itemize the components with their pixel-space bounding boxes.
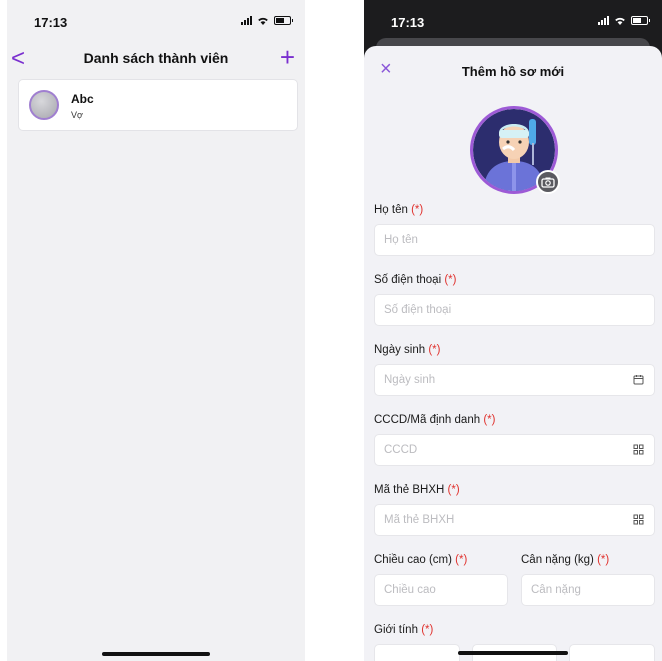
gender-label: Giới tính [374,624,418,636]
add-member-button[interactable]: + [280,42,295,73]
required-mark: (*) [447,484,460,496]
qr-scan-icon[interactable] [633,444,644,455]
member-list-screen: 17:13 < Danh sách thành viên + Abc Vợ [7,0,305,661]
list-item[interactable]: Abc Vợ [18,79,298,131]
status-bar: 17:13 [7,0,305,36]
weight-input[interactable]: Cân nặng [521,574,655,606]
birth-date-input[interactable]: Ngày sinh [374,364,655,396]
required-mark: (*) [455,554,468,566]
status-bar: 17:13 [364,0,662,36]
height-label: Chiều cao (cm) [374,554,452,566]
status-icons [598,16,650,25]
phone-label: Số điện thoại [374,274,442,286]
required-mark: (*) [444,274,457,286]
insurance-label: Mã thẻ BHXH [374,484,445,496]
phone-input[interactable]: Số điện thoại [374,294,655,326]
home-indicator[interactable] [102,652,210,656]
member-relation: Vợ [71,110,83,120]
camera-icon [541,177,555,188]
sheet-title: Thêm hồ sơ mới [461,64,565,79]
id-number-label: CCCD/Mã định danh [374,414,481,426]
change-photo-button[interactable] [536,170,560,194]
required-mark: (*) [483,414,496,426]
weight-label: Cân nặng (kg) [521,554,594,566]
insurance-input[interactable]: Mã thẻ BHXH [374,504,655,536]
full-name-input[interactable]: Họ tên [374,224,655,256]
required-mark: (*) [421,624,434,636]
page-title: Danh sách thành viên [83,50,229,66]
gender-option[interactable] [374,644,460,661]
signal-icon [598,16,609,25]
height-input[interactable]: Chiều cao [374,574,508,606]
signal-icon [241,16,252,25]
gender-option[interactable] [569,644,656,661]
required-mark: (*) [597,554,610,566]
full-name-label: Họ tên [374,204,408,216]
member-name: Abc [71,92,94,106]
required-mark: (*) [411,204,424,216]
birth-date-label: Ngày sinh [374,344,426,356]
avatar [29,90,59,120]
status-time: 17:13 [34,15,68,30]
status-time: 17:13 [391,15,425,30]
qr-scan-icon[interactable] [633,514,644,525]
new-profile-sheet: × Thêm hồ sơ mới Họ tên (*) Họ tên Số đi… [364,46,662,661]
battery-icon [631,16,650,25]
wifi-icon [258,17,268,25]
battery-icon [274,16,293,25]
home-indicator[interactable] [458,651,568,655]
wifi-icon [615,17,625,25]
nav-bar: < Danh sách thành viên + [7,42,305,76]
calendar-icon[interactable] [633,374,644,385]
id-number-input[interactable]: CCCD [374,434,655,466]
required-mark: (*) [428,344,441,356]
new-profile-screen: 17:13 × Thêm hồ sơ mới Họ tên (*) Họ tên… [364,0,662,661]
status-icons [241,16,293,25]
